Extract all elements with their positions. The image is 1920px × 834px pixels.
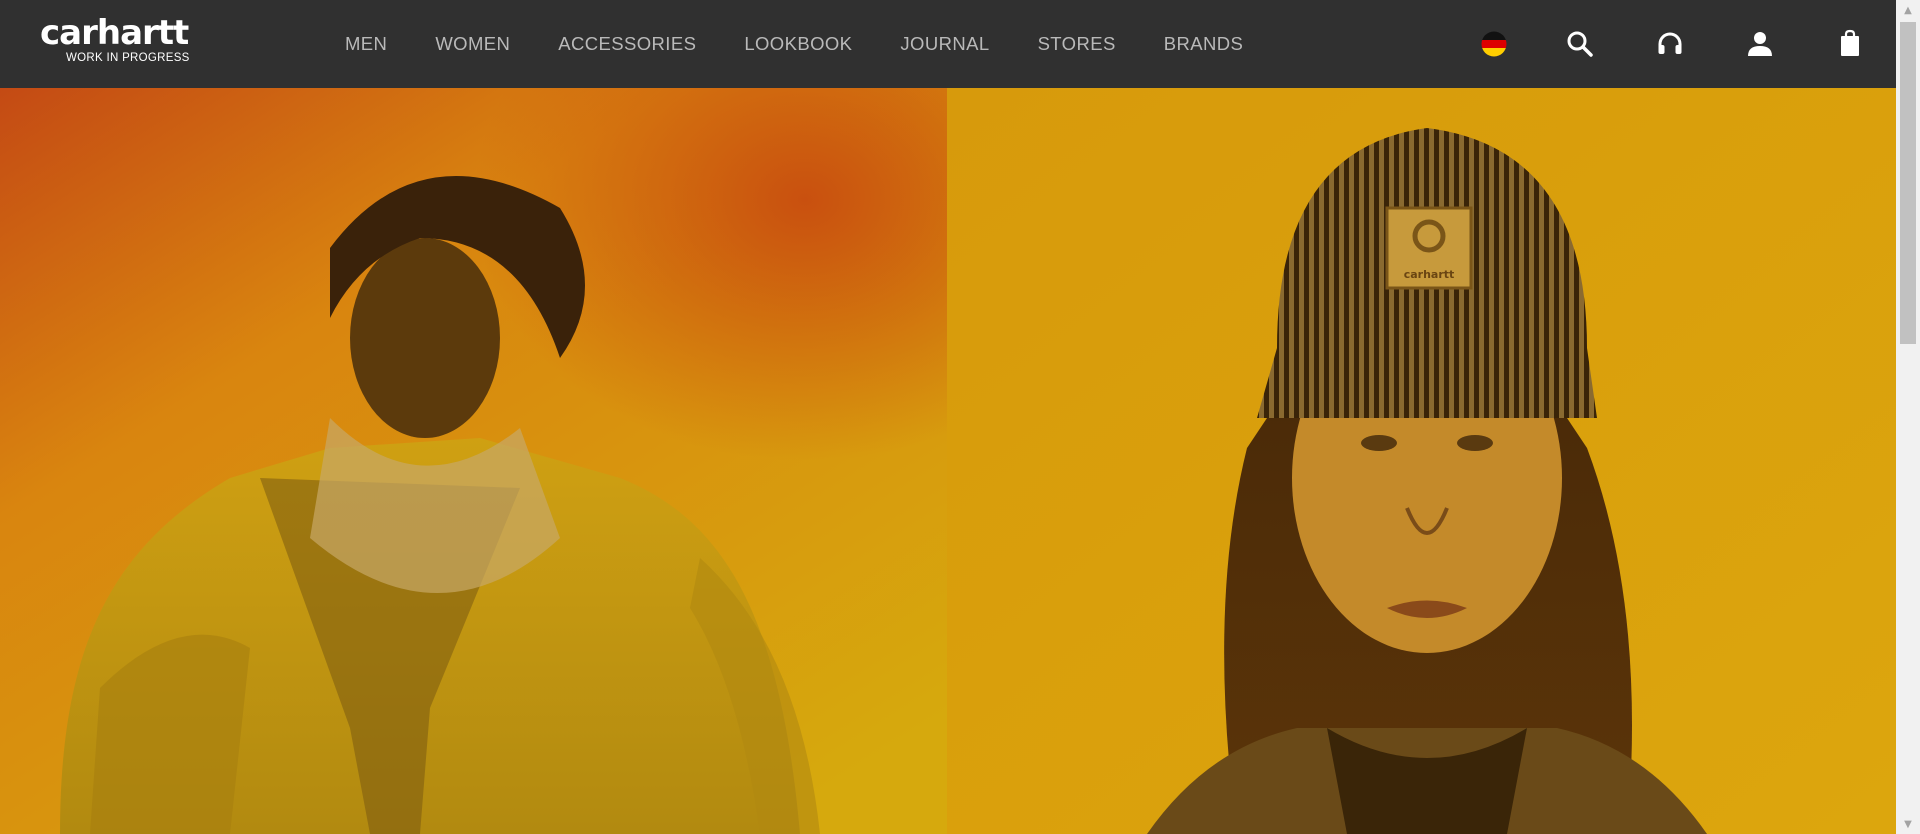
- headphones-icon[interactable]: [1652, 26, 1688, 62]
- shopping-bag-icon[interactable]: [1832, 26, 1868, 62]
- flag-germany-icon[interactable]: [1476, 26, 1512, 62]
- scroll-thumb[interactable]: [1900, 22, 1916, 344]
- nav-item-lookbook[interactable]: LOOKBOOK: [744, 33, 852, 55]
- main-nav: MEN WOMEN ACCESSORIES LOOKBOOK JOURNAL S…: [345, 0, 1243, 88]
- nav-item-women[interactable]: WOMEN: [435, 33, 510, 55]
- nav-item-men[interactable]: MEN: [345, 33, 387, 55]
- hero-image-left[interactable]: [0, 88, 947, 834]
- hero-photo-man-puffer-jacket: [0, 88, 947, 834]
- logo-wordmark: carhartt: [40, 13, 189, 53]
- logo-tagline: WORK IN PROGRESS: [66, 52, 190, 64]
- beanie-label-text: carhartt: [1404, 268, 1455, 281]
- nav-item-stores[interactable]: STORES: [1038, 33, 1116, 55]
- scroll-up-arrow-icon[interactable]: ▲: [1896, 0, 1920, 20]
- site-header: carhartt WORK IN PROGRESS MEN WOMEN ACCE…: [0, 0, 1896, 88]
- hero-photo-woman-beanie: carhartt: [947, 88, 1896, 834]
- nav-item-brands[interactable]: BRANDS: [1164, 33, 1244, 55]
- hero-image-right[interactable]: carhartt: [947, 88, 1896, 834]
- scroll-down-arrow-icon[interactable]: ▼: [1896, 814, 1920, 834]
- nav-item-accessories[interactable]: ACCESSORIES: [558, 33, 696, 55]
- search-icon[interactable]: [1562, 26, 1598, 62]
- carhartt-logo[interactable]: carhartt WORK IN PROGRESS: [40, 16, 230, 68]
- page-scrollbar[interactable]: ▲ ▼: [1896, 0, 1920, 834]
- nav-item-journal[interactable]: JOURNAL: [900, 33, 989, 55]
- user-icon[interactable]: [1742, 26, 1778, 62]
